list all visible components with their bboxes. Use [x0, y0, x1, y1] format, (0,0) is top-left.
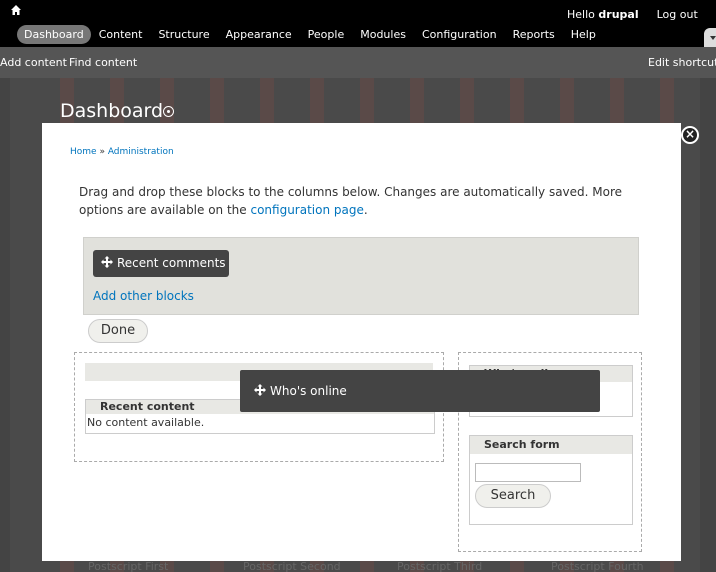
- username-link[interactable]: drupal: [598, 8, 638, 21]
- greeting: Hello drupal: [567, 8, 639, 21]
- shortcut-find-content[interactable]: Find content: [69, 56, 137, 69]
- add-other-blocks-link[interactable]: Add other blocks: [93, 289, 194, 303]
- nav-help[interactable]: Help: [563, 25, 604, 44]
- nav-appearance[interactable]: Appearance: [218, 25, 300, 44]
- move-icon: [101, 256, 113, 268]
- nav-content[interactable]: Content: [91, 25, 151, 44]
- help-text-end: .: [363, 203, 368, 217]
- disabled-blocks-region: Recent comments Add other blocks: [83, 237, 639, 315]
- add-shortcut-icon[interactable]: [163, 106, 174, 117]
- dragging-block-label: Who's online: [270, 384, 347, 398]
- configuration-page-link[interactable]: configuration page: [250, 203, 363, 217]
- move-icon: [254, 384, 266, 396]
- dragging-whos-online-block[interactable]: Who's online: [240, 370, 600, 412]
- postscript-third: Postscript Third: [397, 560, 483, 572]
- close-icon[interactable]: ×: [681, 126, 699, 144]
- nav-configuration[interactable]: Configuration: [414, 25, 505, 44]
- recent-comments-block[interactable]: Recent comments: [93, 250, 229, 277]
- search-form-title: Search form: [470, 436, 632, 454]
- nav-reports[interactable]: Reports: [505, 25, 563, 44]
- customize-dashboard-overlay: Home » Administration Drag and drop thes…: [42, 123, 681, 561]
- shortcut-add-content[interactable]: Add content: [0, 56, 67, 69]
- shortcuts-bar: Add content Find content Edit shortcuts: [0, 47, 716, 78]
- logout-link[interactable]: Log out: [657, 8, 698, 21]
- page-title: Dashboard: [60, 100, 164, 122]
- breadcrumb-administration[interactable]: Administration: [108, 147, 174, 157]
- breadcrumb-home[interactable]: Home: [70, 147, 97, 157]
- search-input[interactable]: [475, 463, 581, 482]
- nav-dashboard[interactable]: Dashboard: [17, 25, 91, 44]
- toolbar-menu: Dashboard Content Structure Appearance P…: [17, 25, 604, 44]
- postscript-first: Postscript First: [88, 560, 169, 572]
- nav-modules[interactable]: Modules: [352, 25, 414, 44]
- admin-toolbar: Dashboard Content Structure Appearance P…: [0, 0, 716, 47]
- help-text: Drag and drop these blocks to the column…: [79, 183, 649, 219]
- recent-comments-label: Recent comments: [117, 256, 226, 270]
- search-button[interactable]: Search: [475, 484, 551, 508]
- breadcrumb: Home » Administration: [70, 147, 174, 157]
- postscript-second: Postscript Second: [243, 560, 341, 572]
- nav-structure[interactable]: Structure: [150, 25, 217, 44]
- home-icon[interactable]: [11, 5, 21, 15]
- greeting-prefix: Hello: [567, 8, 599, 21]
- recent-content-empty-text: No content available.: [87, 416, 205, 429]
- edit-shortcuts-link[interactable]: Edit shortcuts: [648, 56, 716, 69]
- toolbar-drawer-toggle[interactable]: [704, 28, 716, 47]
- nav-people[interactable]: People: [300, 25, 353, 44]
- breadcrumb-separator: »: [96, 147, 108, 157]
- done-button[interactable]: Done: [88, 319, 148, 343]
- search-form-block[interactable]: Search form Search: [469, 435, 633, 525]
- postscript-fourth: Postscript Fourth: [551, 560, 644, 572]
- user-links: Hello drupal Log out: [567, 8, 698, 21]
